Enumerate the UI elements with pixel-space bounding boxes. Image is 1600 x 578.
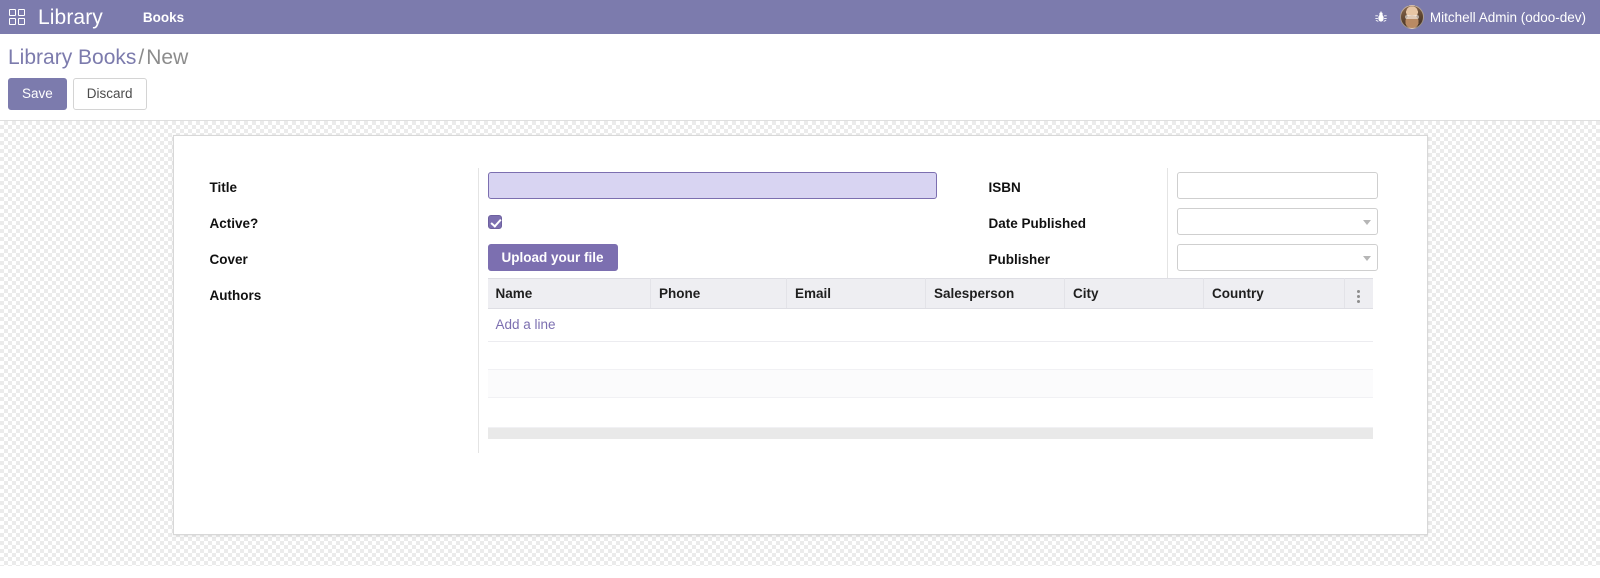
isbn-input-wrap [1176, 172, 1378, 199]
authors-table-head: Name Phone Email Salesperson City Countr… [487, 277, 1373, 309]
title-input-wrap [487, 172, 937, 199]
authors-one2many-list: Name Phone Email Salesperson City Countr… [487, 276, 1373, 454]
form-background: Title Active? Cover Authors Upload your … [0, 121, 1600, 566]
field-row-cover: Upload your file [487, 240, 975, 276]
label-cover: Cover [209, 252, 248, 267]
apps-grid-square [9, 9, 16, 16]
top-navbar: Library Books Mitchell Admin (odoo-dev) [0, 0, 1600, 34]
label-publisher: Publisher [988, 252, 1051, 267]
nav-menu-books[interactable]: Books [133, 2, 194, 33]
label-active: Active? [209, 216, 259, 231]
date-published-select-wrap [1176, 208, 1378, 235]
title-input[interactable] [487, 172, 937, 199]
bug-icon[interactable] [1368, 4, 1394, 30]
authors-table: Name Phone Email Salesperson City Countr… [487, 277, 1373, 439]
table-bottom-spacer [488, 439, 975, 453]
user-avatar[interactable] [1399, 5, 1424, 29]
optional-columns-header[interactable] [1344, 277, 1373, 309]
upload-file-button[interactable]: Upload your file [487, 243, 618, 272]
authors-table-footer-cell [487, 427, 1373, 439]
apps-grid-icon[interactable] [4, 4, 30, 30]
active-checkbox[interactable] [487, 214, 502, 229]
publisher-select-wrap [1176, 244, 1378, 271]
isbn-input[interactable] [1176, 172, 1378, 199]
breadcrumb-item-library-books[interactable]: Library Books [8, 46, 136, 69]
brand-library[interactable]: Library [38, 7, 103, 28]
breadcrumb-item-new: New [146, 46, 189, 69]
form-grid: Title Active? Cover Authors Upload your … [210, 167, 1391, 454]
column-header-phone[interactable]: Phone [650, 277, 787, 309]
label-authors: Authors [209, 288, 262, 303]
label-isbn: ISBN [988, 180, 1021, 195]
form-column-left: Title Active? Cover Authors Upload your … [210, 167, 1373, 454]
empty-filler-cell [487, 341, 1373, 370]
user-menu-label[interactable]: Mitchell Admin (odoo-dev) [1430, 10, 1588, 25]
label-title: Title [209, 180, 238, 195]
field-row-publisher [1176, 240, 1391, 276]
empty-filler-row [487, 397, 1373, 428]
field-row-isbn [1176, 168, 1391, 204]
save-button[interactable]: Save [8, 78, 67, 110]
breadcrumb: Library Books/New [8, 44, 1600, 72]
record-action-buttons: Save Discard [8, 78, 1600, 110]
left-field-column: Upload your file Name Phone Email Salesp… [477, 167, 1373, 454]
apps-grid-square [18, 18, 25, 25]
field-row-title [487, 168, 975, 204]
navbar-right-group: Mitchell Admin (odoo-dev) [1368, 4, 1588, 30]
column-header-email[interactable]: Email [786, 277, 926, 309]
apps-grid-square [9, 18, 16, 25]
authors-table-footer [487, 427, 1373, 439]
control-panel: Library Books/New Save Discard [0, 34, 1600, 121]
field-row-date-published [1176, 204, 1391, 240]
empty-filler-row [487, 341, 1373, 370]
authors-header-row: Name Phone Email Salesperson City Countr… [487, 277, 1373, 309]
field-row-active [487, 204, 975, 240]
column-header-country[interactable]: Country [1203, 277, 1345, 309]
empty-filler-row [487, 369, 1373, 398]
apps-grid-square [18, 9, 25, 16]
breadcrumb-separator: / [138, 46, 145, 69]
empty-filler-cell [487, 397, 1373, 428]
form-sheet: Title Active? Cover Authors Upload your … [172, 134, 1428, 535]
column-header-salesperson[interactable]: Salesperson [925, 277, 1065, 309]
column-header-city[interactable]: City [1064, 277, 1204, 309]
label-date-published: Date Published [988, 216, 1087, 231]
add-a-line-row[interactable]: Add a line [487, 308, 1373, 342]
left-label-column: Title Active? Cover Authors [210, 168, 478, 454]
right-field-column [1166, 167, 1391, 278]
date-published-input[interactable] [1176, 208, 1378, 235]
right-label-column: ISBN Date Published Publisher [989, 168, 1167, 278]
add-a-line-cell[interactable]: Add a line [487, 308, 1373, 342]
add-a-line-link[interactable]: Add a line [496, 317, 556, 332]
form-column-right: ISBN Date Published Publisher [975, 167, 1391, 278]
kebab-vertical-icon[interactable] [1357, 289, 1361, 303]
authors-table-body: Add a line [487, 308, 1373, 439]
empty-filler-cell [487, 369, 1373, 398]
column-header-name[interactable]: Name [487, 277, 651, 309]
publisher-input[interactable] [1176, 244, 1378, 271]
discard-button[interactable]: Discard [72, 78, 147, 110]
